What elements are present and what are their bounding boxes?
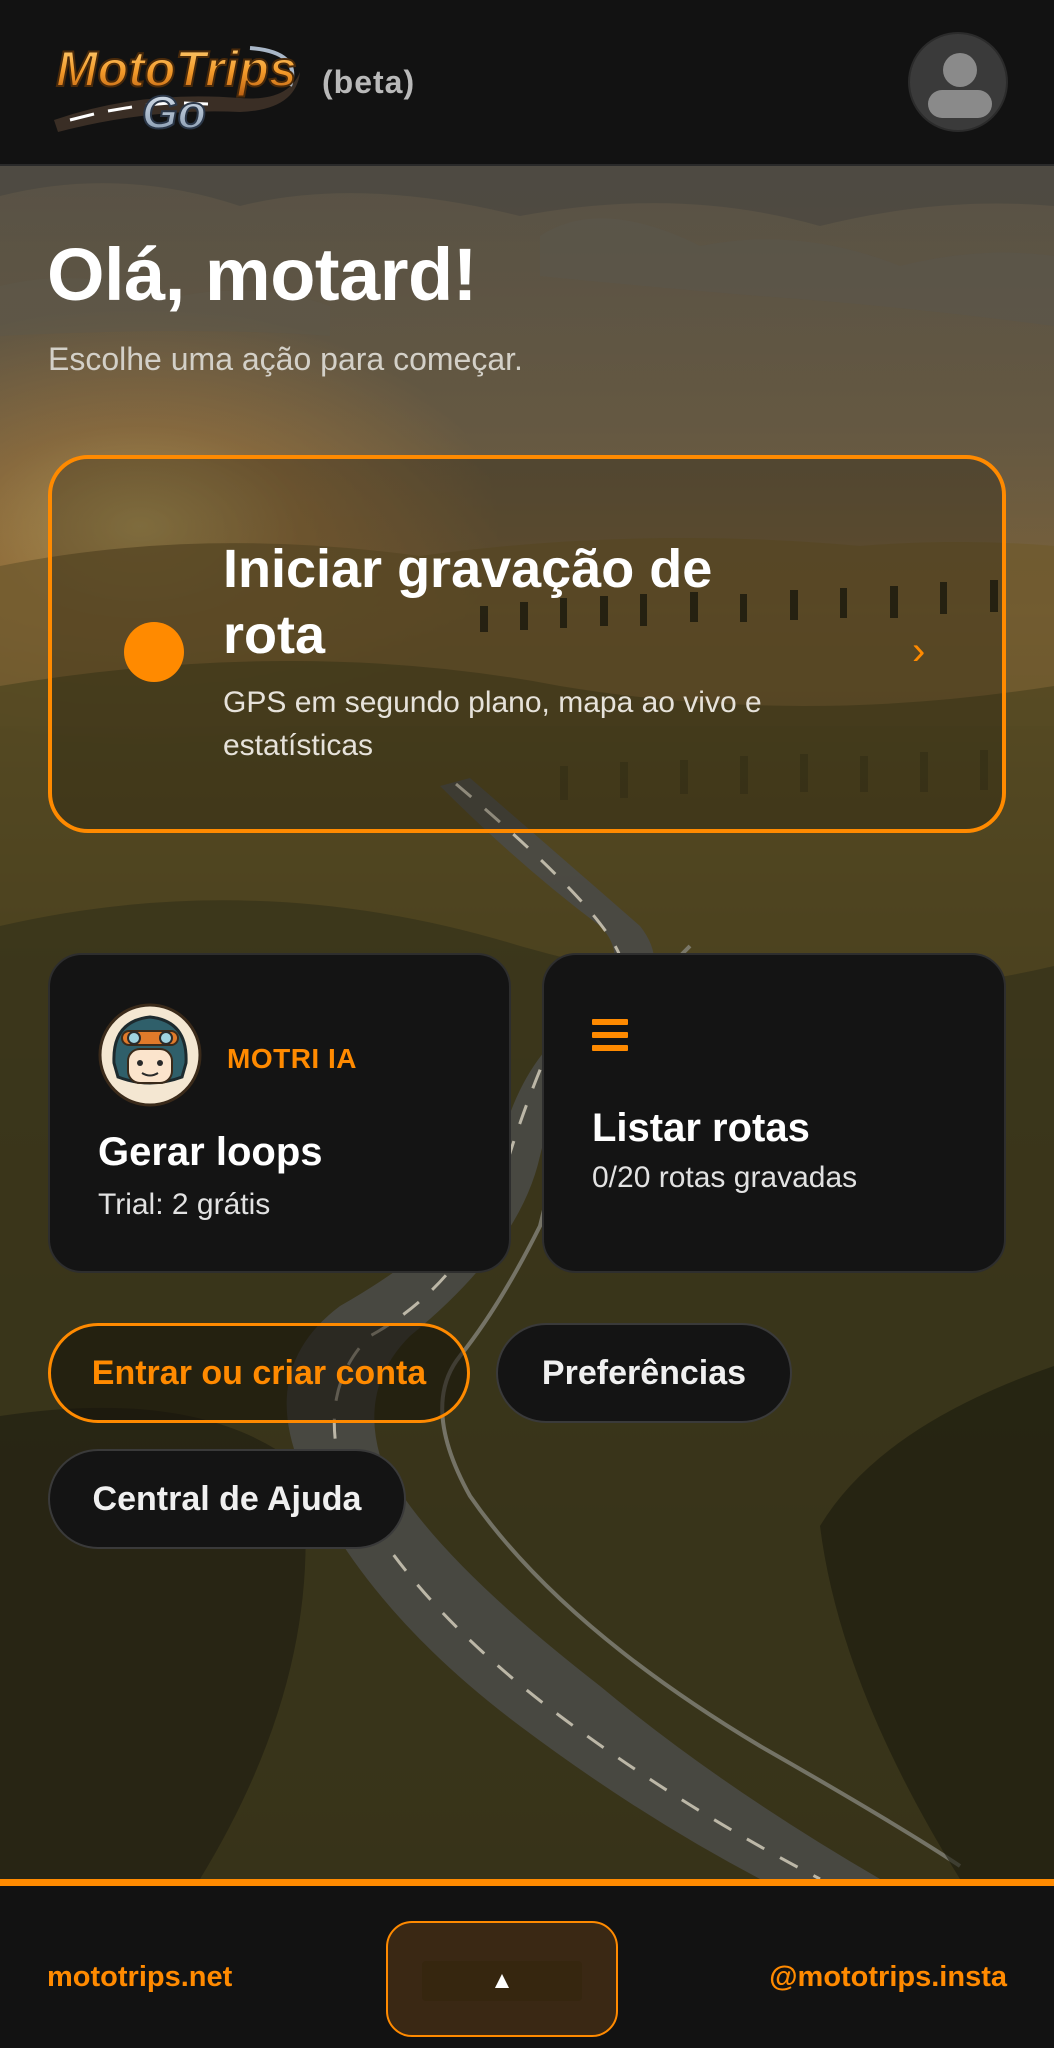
preferences-button[interactable]: Preferências	[496, 1323, 792, 1423]
expand-panel-inner: ▲	[422, 1961, 582, 2001]
record-dot-icon	[124, 622, 184, 682]
chevron-up-icon: ▲	[490, 1967, 514, 1994]
login-signup-button[interactable]: Entrar ou criar conta	[48, 1323, 470, 1423]
trial-count-label: Trial: 2 grátis	[98, 1188, 271, 1221]
website-link[interactable]: mototrips.net	[47, 1961, 232, 1994]
instagram-link[interactable]: @mototrips.insta	[769, 1961, 1007, 1994]
record-card-description: GPS em segundo plano, mapa ao vivo e est…	[223, 686, 762, 762]
list-icon	[592, 1019, 628, 1053]
start-route-recording-card[interactable]: Iniciar gravação de rota GPS em segundo …	[48, 455, 1006, 833]
chevron-right-icon: ›	[912, 629, 926, 673]
help-center-button[interactable]: Central de Ajuda	[48, 1449, 406, 1549]
user-avatar-icon	[928, 53, 992, 118]
mototrips-go-logo[interactable]: MotoTrips Go	[50, 28, 305, 139]
greeting-subtitle: Escolhe uma ação para começar.	[48, 341, 523, 377]
generate-loops-title: Gerar loops	[98, 1130, 323, 1174]
user-avatar-button[interactable]	[908, 32, 1008, 132]
motri-ia-badge: MOTRI IA	[227, 1043, 357, 1074]
app-header: MotoTrips Go (beta)	[0, 0, 1054, 166]
greeting-title: Olá, motard!	[47, 233, 477, 316]
generate-loops-tile[interactable]: MOTRI IA Gerar loops Trial: 2 grátis	[48, 953, 511, 1273]
motorcycle-helmet-mascot-icon	[98, 1003, 202, 1107]
list-routes-title: Listar rotas	[592, 1106, 810, 1150]
beta-label: (beta)	[322, 64, 416, 100]
record-card-title: Iniciar gravação de rota	[223, 539, 713, 665]
app-footer: mototrips.net ▲ @mototrips.insta	[0, 1879, 1054, 2048]
recorded-routes-count: 0/20 rotas gravadas	[592, 1161, 858, 1194]
logo-text-bottom: Go	[142, 86, 206, 136]
list-routes-tile[interactable]: Listar rotas 0/20 rotas gravadas	[542, 953, 1006, 1273]
expand-panel-button[interactable]: ▲	[386, 1921, 618, 2037]
